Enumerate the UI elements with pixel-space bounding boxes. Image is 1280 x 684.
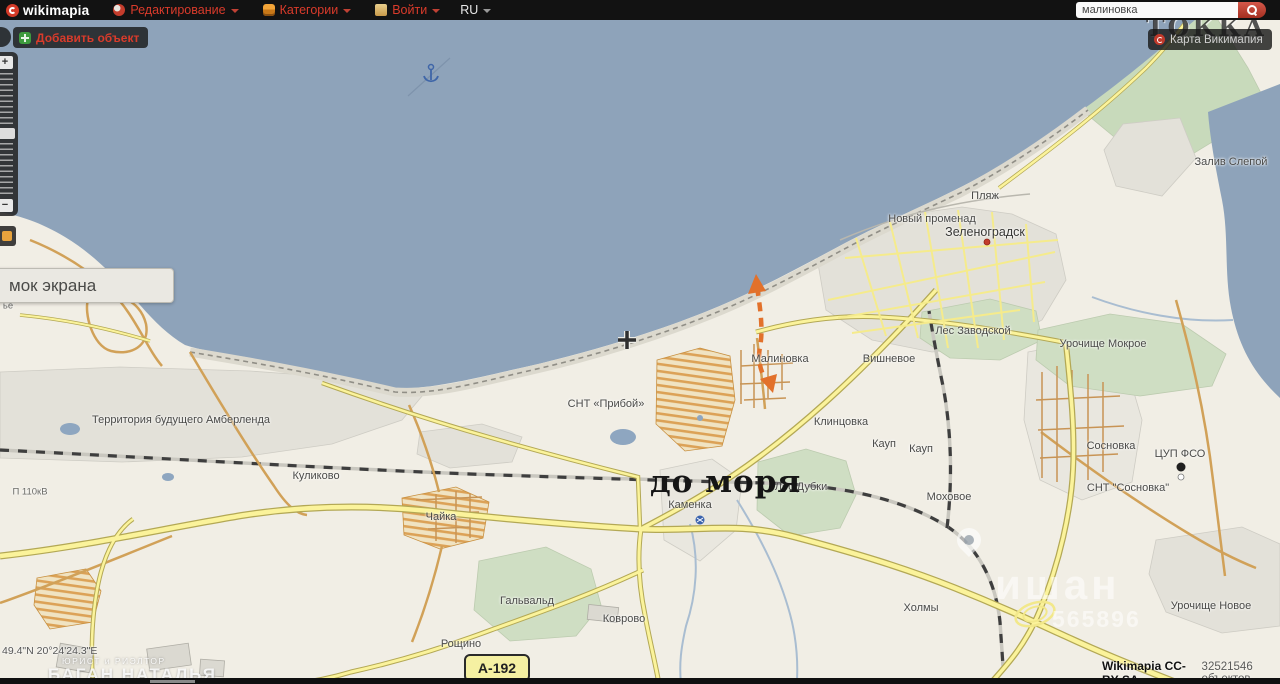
zoom-out-button[interactable]: − xyxy=(0,199,13,212)
menu-categories[interactable]: Категории xyxy=(263,3,352,17)
wikimapia-logo-text: wikimapia xyxy=(23,3,89,18)
search-input[interactable] xyxy=(1076,2,1238,18)
search-icon xyxy=(1247,5,1257,15)
login-icon xyxy=(375,4,387,16)
chevron-down-icon xyxy=(432,9,440,13)
zoom-ticks xyxy=(0,143,13,197)
town-marker-dot xyxy=(984,239,990,245)
map-type-button[interactable]: Карта Викимапия xyxy=(1148,29,1272,50)
distance-annotation: до моря xyxy=(650,464,801,500)
antenna-icon xyxy=(1177,463,1186,472)
watermark-brand-text: ишан xyxy=(995,561,1121,609)
wikimapia-map-icon xyxy=(1154,34,1165,45)
zoom-handle[interactable] xyxy=(0,128,15,139)
add-object-button[interactable]: Добавить объект xyxy=(13,27,148,48)
watermark-phone-number: 565896 xyxy=(1052,606,1141,633)
menu-editing[interactable]: Редактирование xyxy=(113,3,238,17)
chevron-down-icon xyxy=(231,9,239,13)
wikimapia-logo[interactable]: wikimapia xyxy=(6,3,89,18)
bottom-strip xyxy=(0,678,1280,684)
globe-icon xyxy=(113,4,125,16)
chevron-down-icon xyxy=(343,9,351,13)
top-bar: wikimapia Редактирование Категории Войти… xyxy=(0,0,1280,20)
zoom-in-button[interactable]: + xyxy=(0,56,13,69)
add-place-icon xyxy=(19,32,31,44)
menu-language[interactable]: RU xyxy=(460,3,491,17)
ruler-tool-button[interactable] xyxy=(0,226,16,246)
search-button[interactable] xyxy=(1238,2,1266,18)
screenshot-tooltip: мок экрана xyxy=(0,268,174,303)
zoom-ticks xyxy=(0,73,13,125)
search-box xyxy=(1076,2,1266,18)
map-viewport: Залив СлепойПляжНовый променадЗеленоград… xyxy=(0,20,1280,684)
scale-dash xyxy=(150,680,195,683)
menu-login[interactable]: Войти xyxy=(375,3,440,17)
zoom-slider[interactable]: + − xyxy=(0,52,18,216)
wikimapia-logo-icon xyxy=(6,4,19,17)
coordinates-readout: 49.4"N 20°24'24.3"E xyxy=(2,645,97,657)
categories-icon xyxy=(263,4,275,16)
chevron-down-icon xyxy=(483,9,491,13)
